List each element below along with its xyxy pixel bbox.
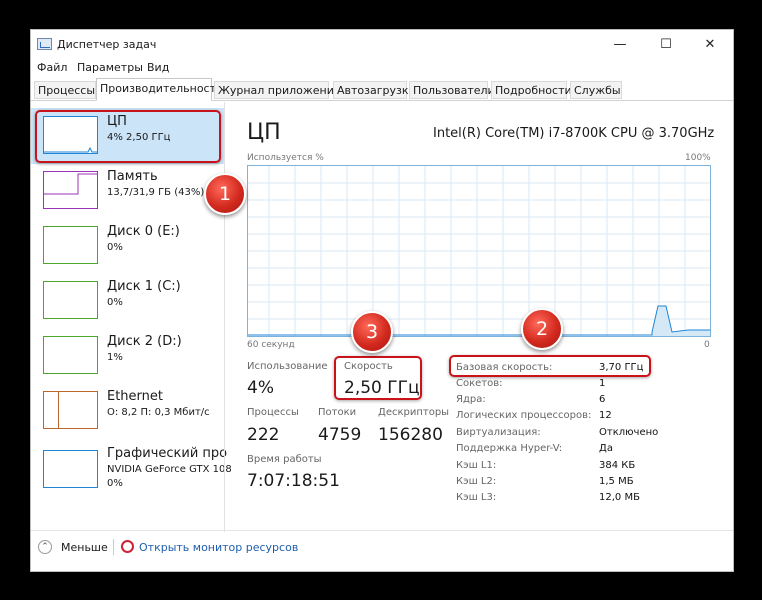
window-title: Диспетчер задач <box>57 38 157 51</box>
gpu-thumbnail <box>43 450 98 488</box>
sidebar-item-memory-name: Память <box>107 169 158 184</box>
sidebar-item-disk1[interactable]: Диск 1 (C:) 0% <box>31 273 224 329</box>
tab-app-history[interactable]: Журнал приложений <box>214 81 341 99</box>
disk2-thumbnail <box>43 336 98 374</box>
processes-value: 222 <box>247 425 280 445</box>
ethernet-thumbnail <box>43 391 98 429</box>
threads-label: Потоки <box>318 407 357 418</box>
detail-key: Логических процессоров: <box>456 410 592 421</box>
sidebar-item-gpu-model: NVIDIA GeForce GTX 108 <box>107 464 232 475</box>
detail-value: 6 <box>599 394 606 405</box>
sidebar-item-disk0-name: Диск 0 (E:) <box>107 224 180 239</box>
cpu-usage-graph <box>247 165 711 337</box>
tab-services[interactable]: Службы <box>570 81 622 99</box>
callout-badge-2: 2 <box>521 308 563 350</box>
handles-label: Дескрипторы <box>378 407 450 418</box>
disk1-thumbnail <box>43 281 98 319</box>
menu-file[interactable]: Файл <box>37 61 67 74</box>
highlight-cpu-item <box>35 110 221 163</box>
memory-thumbnail-graph <box>44 173 97 195</box>
cpu-usage-graph-canvas <box>248 166 710 336</box>
memory-thumbnail <box>43 171 98 209</box>
usage-value: 4% <box>247 378 274 398</box>
sidebar-item-gpu-value: 0% <box>107 478 123 489</box>
menu-bar: Файл Параметры Вид <box>31 60 733 78</box>
detail-key: Поддержка Hyper-V: <box>456 443 563 454</box>
detail-value: Да <box>599 443 613 454</box>
sidebar-item-disk0-value: 0% <box>107 242 123 253</box>
detail-key: Виртуализация: <box>456 427 541 438</box>
disk0-thumbnail <box>43 226 98 264</box>
detail-value: 1 <box>599 378 606 389</box>
graph-time-label: 60 секунд <box>247 340 295 350</box>
sidebar-item-memory[interactable]: Память 13,7/31,9 ГБ (43%) <box>31 163 224 219</box>
sidebar-item-ethernet-value: О: 8,2 П: 0,3 Мбит/с <box>107 407 210 418</box>
sidebar-item-gpu-name: Графический про <box>107 446 228 461</box>
detail-value: 12 <box>599 410 612 421</box>
highlight-speed <box>334 356 422 400</box>
sidebar-divider <box>224 102 225 532</box>
sidebar-item-disk0[interactable]: Диск 0 (E:) 0% <box>31 218 224 274</box>
graph-label: Используется % <box>247 153 324 163</box>
task-manager-window: Диспетчер задач — ☐ ✕ Файл Параметры Вид… <box>30 29 734 572</box>
minimize-button[interactable]: — <box>597 30 643 60</box>
detail-key: Кэш L2: <box>456 476 497 487</box>
graph-min-label: 0 <box>704 340 710 350</box>
sidebar-item-disk1-value: 0% <box>107 297 123 308</box>
usage-label: Использование <box>247 361 328 372</box>
sidebar-item-gpu[interactable]: Графический про NVIDIA GeForce GTX 108 0… <box>31 440 232 502</box>
uptime-value: 7:07:18:51 <box>247 471 340 491</box>
menu-options[interactable]: Параметры <box>77 61 143 74</box>
footer-divider <box>113 539 114 555</box>
fewer-details-button[interactable]: Меньше <box>61 541 108 554</box>
maximize-button[interactable]: ☐ <box>643 30 689 60</box>
tab-bar: Процессы Производительность Журнал прило… <box>31 78 733 101</box>
sidebar-item-disk2-value: 1% <box>107 352 123 363</box>
ethernet-thumbnail-divider <box>44 392 59 428</box>
callout-badge-3: 3 <box>351 311 393 353</box>
sidebar-item-ethernet[interactable]: Ethernet О: 8,2 П: 0,3 Мбит/с <box>31 383 224 439</box>
detail-key: Кэш L3: <box>456 492 497 503</box>
callout-badge-1: 1 <box>204 173 246 215</box>
detail-key: Ядра: <box>456 394 486 405</box>
tab-details[interactable]: Подробности <box>491 81 572 99</box>
detail-value: 12,0 МБ <box>599 492 640 503</box>
threads-value: 4759 <box>318 425 362 445</box>
chevron-up-icon[interactable]: ⌃ <box>38 540 52 554</box>
open-resource-monitor-link[interactable]: Открыть монитор ресурсов <box>139 541 298 554</box>
sidebar-item-ethernet-name: Ethernet <box>107 389 163 404</box>
sidebar-item-disk1-name: Диск 1 (C:) <box>107 279 181 294</box>
detail-value: 1,5 МБ <box>599 476 634 487</box>
page-title: ЦП <box>247 120 281 145</box>
sidebar-item-disk2-name: Диск 2 (D:) <box>107 334 182 349</box>
detail-value: Отключено <box>599 427 659 438</box>
tab-startup[interactable]: Автозагрузка <box>333 81 415 99</box>
detail-value: 384 КБ <box>599 460 636 471</box>
highlight-base-speed <box>449 355 651 377</box>
detail-key: Кэш L1: <box>456 460 497 471</box>
footer-bar: ⌃ Меньше Открыть монитор ресурсов <box>31 530 733 571</box>
tab-performance[interactable]: Производительность <box>96 78 223 101</box>
menu-view[interactable]: Вид <box>147 61 169 74</box>
task-manager-icon <box>37 38 52 50</box>
detail-key: Сокетов: <box>456 378 503 389</box>
sidebar-item-disk2[interactable]: Диск 2 (D:) 1% <box>31 328 224 384</box>
graph-max-label: 100% <box>685 153 711 163</box>
sidebar-item-memory-value: 13,7/31,9 ГБ (43%) <box>107 187 205 198</box>
cpu-model: Intel(R) Core(TM) i7-8700K CPU @ 3.70GHz <box>433 126 715 141</box>
title-bar[interactable]: Диспетчер задач — ☐ ✕ <box>31 30 733 60</box>
handles-value: 156280 <box>378 425 443 445</box>
uptime-label: Время работы <box>247 454 322 465</box>
close-button[interactable]: ✕ <box>687 30 733 60</box>
processes-label: Процессы <box>247 407 299 418</box>
tab-processes[interactable]: Процессы <box>34 81 96 99</box>
tab-users[interactable]: Пользователи <box>409 81 495 99</box>
resource-monitor-icon <box>121 540 134 553</box>
